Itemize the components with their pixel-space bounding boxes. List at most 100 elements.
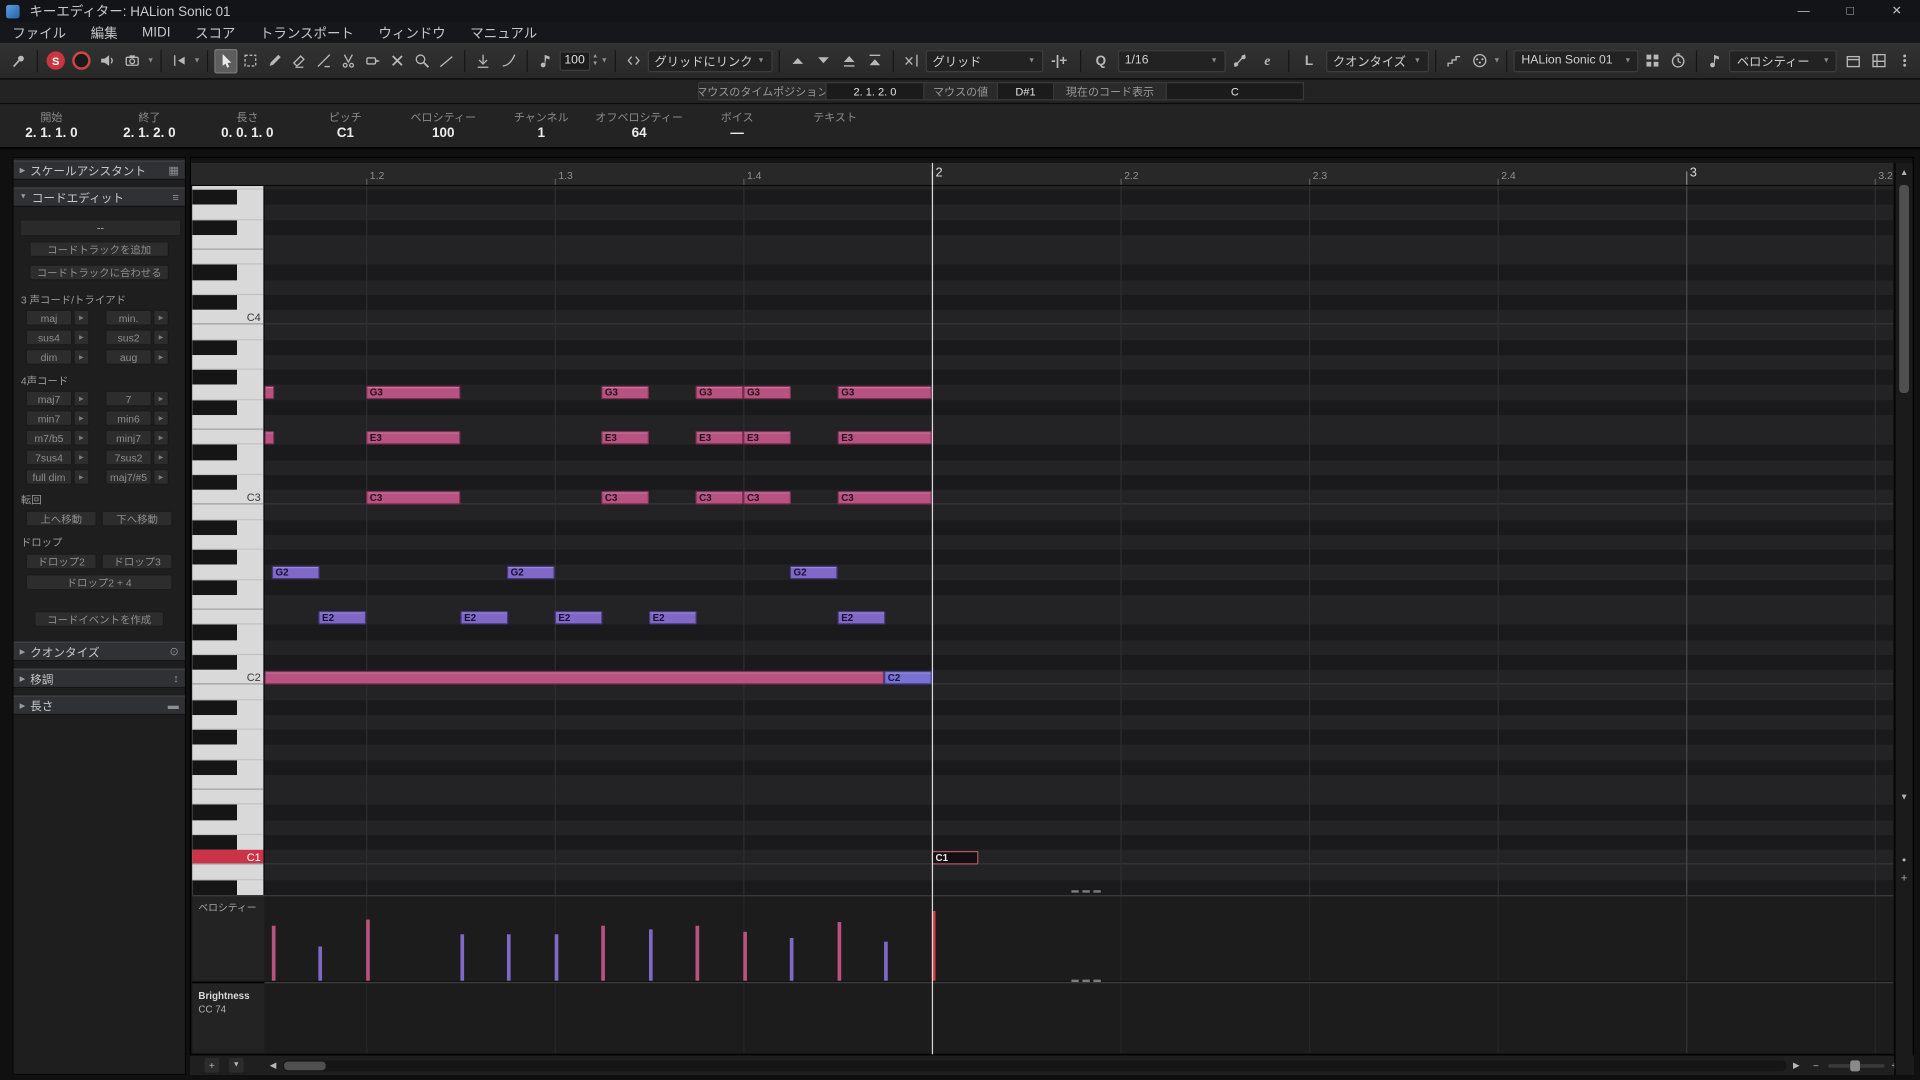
erase-tool[interactable] [288,48,311,72]
vertical-zoom-in-button[interactable]: + [1897,871,1912,886]
white-key[interactable] [192,820,264,835]
midi-note[interactable]: E3 [601,431,649,444]
swing-icon[interactable] [1228,48,1251,72]
note-grid[interactable]: G3G3G3G3G3E3E3E3E3E3C3C3C3C3C3G2G2G2E2E2… [264,186,1893,895]
velocity-stepper[interactable]: ▲▼ [592,54,598,67]
info-field-4[interactable]: ベロシティー100 [394,104,492,147]
object-select-tool[interactable] [214,48,237,72]
velocity-bar[interactable] [696,926,700,981]
horizontal-scroll-thumb[interactable] [284,1062,326,1071]
insert-velocity-value[interactable]: 100 [559,51,589,71]
midi-note[interactable]: C3 [743,491,791,504]
menu-スコア[interactable]: スコア [195,23,235,43]
section-chord-edit[interactable]: ▼ コードエディット ≡ [13,187,184,207]
midi-note[interactable]: G3 [696,386,744,399]
black-key[interactable] [192,400,264,415]
midi-note[interactable]: G3 [743,386,791,399]
white-key[interactable] [192,460,264,475]
black-key[interactable] [192,880,264,895]
pin-icon[interactable] [7,48,30,72]
midi-note[interactable]: G2 [272,566,320,579]
chord-minj7-button[interactable]: minj7 [105,430,152,446]
black-key[interactable] [192,220,264,235]
chord-min6-button[interactable]: min6 [105,410,152,426]
section-transpose[interactable]: ▶ 移調 ↕ [13,669,184,689]
drawn-midi-note[interactable]: C1 [932,851,979,864]
match-chord-track-button[interactable]: コードトラックに合わせる [29,264,169,280]
chord-full dim-button[interactable]: full dim [26,469,73,485]
chord-sus2-button[interactable]: sus2 [105,329,152,345]
midi-note[interactable]: E3 [743,431,791,444]
midi-note[interactable]: G3 [838,386,932,399]
zoom-preset-dot[interactable]: ● [1897,853,1912,868]
info-field-7[interactable]: ボイス— [688,104,786,147]
black-key[interactable] [192,805,264,820]
black-key[interactable] [192,835,264,850]
velocity-bar[interactable] [649,929,653,980]
chord-m7/b5-button[interactable]: m7/b5 [26,430,73,446]
draw-tool[interactable] [263,48,286,72]
transpose-octave-up-button[interactable] [837,48,860,72]
white-key[interactable] [192,325,264,340]
midi-note[interactable] [264,431,274,444]
velocity-bar[interactable] [884,942,888,981]
chord-sus2-arrow[interactable]: ▶ [153,329,169,345]
chord-7-button[interactable]: 7 [105,391,152,407]
close-button[interactable]: ✕ [1873,0,1920,22]
zoom-tool[interactable] [410,48,433,72]
playhead[interactable] [932,163,933,1054]
edit-active-part-icon[interactable] [1641,48,1664,72]
chord-dim-arrow[interactable]: ▶ [73,349,89,365]
info-field-6[interactable]: オフベロシティー64 [590,104,688,147]
time-display-icon[interactable] [1667,48,1690,72]
open-window-icon[interactable] [1842,48,1865,72]
white-key[interactable] [192,535,264,550]
white-key[interactable] [192,280,264,295]
chord-maj7-button[interactable]: maj7 [26,391,73,407]
lane-resize-handle[interactable] [1071,980,1100,982]
grid-type-select[interactable]: グリッド▼ [925,50,1043,72]
scroll-right-button[interactable]: ▶ [1789,1058,1804,1073]
snap-toggle-icon[interactable] [899,48,922,72]
velocity-bar[interactable] [601,926,605,981]
insert-velocity-icon[interactable] [471,48,494,72]
link-to-grid-select[interactable]: グリッドにリンク▼ [647,50,772,72]
midi-note[interactable]: E3 [838,431,932,444]
black-key[interactable] [192,655,264,670]
scroll-up-button[interactable]: ▲ [1897,165,1912,180]
chord-7sus2-arrow[interactable]: ▶ [153,449,169,465]
midi-note[interactable]: G3 [601,386,649,399]
auto-select-controller-button[interactable] [121,48,144,72]
menu-ウィンドウ[interactable]: ウィンドウ [378,23,445,43]
white-key[interactable] [192,430,264,445]
velocity-lane[interactable] [264,895,1893,981]
range-select-tool[interactable] [239,48,262,72]
menu-MIDI[interactable]: MIDI [142,25,170,40]
white-key[interactable] [192,745,264,760]
velocity-bar[interactable] [743,932,747,981]
chord-min7-arrow[interactable]: ▶ [73,410,89,426]
chord-7sus4-button[interactable]: 7sus4 [26,449,73,465]
piano-keyboard[interactable]: C4C3C2C1 [192,186,264,895]
lane-menu-button[interactable]: ▼ [229,1058,244,1073]
chord-min6-arrow[interactable]: ▶ [153,410,169,426]
black-key[interactable] [192,475,264,490]
white-key[interactable]: C1 [192,850,264,865]
create-chord-event-button[interactable]: コードイベントを作成 [34,611,164,627]
chord-sus4-arrow[interactable]: ▶ [73,329,89,345]
section-scale-assistant[interactable]: ▶ スケールアシスタント ▦ [13,160,184,180]
vertical-scroll-thumb[interactable] [1899,185,1909,393]
midi-note[interactable]: C3 [366,491,460,504]
white-key[interactable] [192,235,264,250]
inversion-button[interactable]: 下へ移動 [102,511,173,527]
velocity-bar[interactable] [272,926,276,981]
chord-full dim-arrow[interactable]: ▶ [73,469,89,485]
midi-note[interactable]: E3 [366,431,460,444]
lane-resize-handle[interactable] [1071,890,1100,892]
relative-grid-icon[interactable]: -|+ [1045,48,1073,72]
part-select[interactable]: HALion Sonic 01▼ [1514,50,1639,72]
white-key[interactable]: C4 [192,310,264,325]
drop-button[interactable]: ドロップ3 [102,553,173,569]
info-field-1[interactable]: 終了2. 1. 2. 0 [100,104,198,147]
quantize-panel-icon[interactable]: e [1253,48,1281,72]
